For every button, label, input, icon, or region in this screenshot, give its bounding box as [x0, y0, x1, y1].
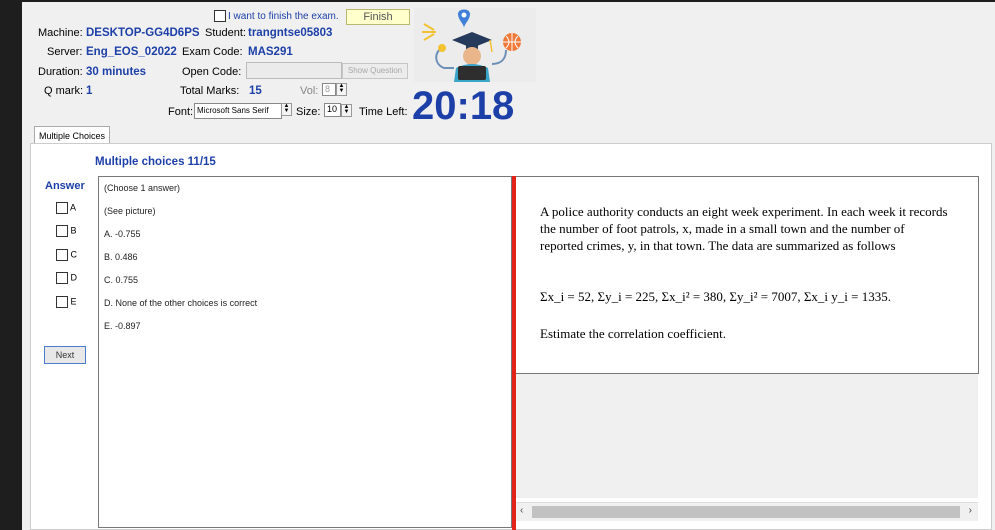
- question-formula: Σx_i = 52, Σy_i = 225, Σx_i² = 380, Σy_i…: [540, 289, 891, 305]
- student-label: Student:: [205, 27, 246, 39]
- font-select[interactable]: Microsoft Sans Serif: [194, 103, 282, 119]
- question-counter: Multiple choices 11/15: [95, 156, 216, 168]
- answer-option-a: A. -0.755: [104, 229, 141, 239]
- duration-value: 30 minutes: [86, 66, 147, 78]
- machine-value: DESKTOP-GG4D6PS: [86, 27, 200, 39]
- question-text: A police authority conducts an eight wee…: [540, 204, 948, 253]
- scroll-left-icon[interactable]: ‹: [520, 505, 523, 516]
- font-label: Font:: [168, 106, 194, 118]
- graduate-illustration-icon: [414, 8, 536, 82]
- server-label: Server:: [47, 46, 83, 58]
- answer-checkbox-label: D: [70, 272, 78, 283]
- size-value: 10: [324, 103, 341, 117]
- exam-window: I want to finish the exam. Finish Machin…: [22, 2, 995, 530]
- answer-checkbox-label: E: [70, 296, 77, 307]
- finish-button[interactable]: Finish: [346, 9, 410, 25]
- answer-checkbox-label: A: [70, 202, 77, 213]
- answer-checkbox-label: B: [70, 225, 77, 236]
- answer-checkbox-a[interactable]: A: [56, 202, 76, 214]
- answer-line: (See picture): [104, 206, 156, 216]
- vol-label: Vol:: [300, 85, 319, 97]
- scrollbar-thumb[interactable]: [532, 506, 960, 518]
- exam-code-value: MAS291: [248, 46, 293, 58]
- total-marks-label: Total Marks:: [180, 85, 240, 97]
- answer-label: Answer: [45, 180, 85, 192]
- qmark-value: 1: [86, 85, 93, 97]
- answer-checkbox-d[interactable]: D: [56, 272, 77, 284]
- countdown-timer: 20:18: [412, 84, 515, 128]
- total-marks-value: 15: [249, 85, 262, 97]
- time-left-label: Time Left:: [359, 106, 408, 118]
- question-formula-text: Σx_i = 52, Σy_i = 225, Σx_i² = 380, Σy_i…: [540, 289, 891, 304]
- question-empty-area: [516, 374, 978, 498]
- size-label: Size:: [296, 106, 321, 118]
- finish-checkbox-label: I want to finish the exam.: [228, 11, 339, 22]
- question-content: A police authority conducts an eight wee…: [516, 176, 979, 374]
- open-code-label: Open Code:: [182, 66, 242, 78]
- answer-option-e: E. -0.897: [104, 321, 141, 331]
- answer-checkbox-c[interactable]: C: [56, 249, 77, 261]
- vol-value: 8: [322, 83, 336, 96]
- horizontal-scrollbar[interactable]: ‹ ›: [516, 502, 978, 521]
- answer-instruction: (Choose 1 answer): [104, 183, 181, 193]
- duration-label: Duration:: [38, 66, 83, 78]
- answer-checkbox-label: C: [70, 249, 78, 260]
- machine-label: Machine:: [38, 27, 83, 39]
- qmark-label: Q mark:: [44, 85, 84, 97]
- finish-checkbox[interactable]: [214, 10, 226, 23]
- answer-option-c: C. 0.755: [104, 275, 139, 285]
- answer-option-b: B. 0.486: [104, 252, 138, 262]
- scroll-right-icon[interactable]: ›: [969, 505, 972, 516]
- question-instruction: Estimate the correlation coefficient.: [540, 326, 727, 341]
- open-code-input[interactable]: [246, 62, 342, 79]
- answer-checkbox-e[interactable]: E: [56, 296, 77, 308]
- vol-spinner[interactable]: 8 ▲ ▼: [322, 83, 347, 96]
- answer-options-box: (Choose 1 answer) (See picture) A. -0.75…: [98, 176, 512, 528]
- answer-option-d: D. None of the other choices is correct: [104, 298, 258, 308]
- size-spinner[interactable]: 10 ▲ ▼: [324, 103, 352, 117]
- font-spin-buttons[interactable]: ▲ ▼: [281, 103, 292, 116]
- exam-code-label: Exam Code:: [182, 46, 243, 58]
- student-value: trangntse05803: [248, 27, 333, 39]
- answer-checkbox-b[interactable]: B: [56, 225, 77, 237]
- server-value: Eng_EOS_02022: [86, 46, 177, 58]
- next-button[interactable]: Next: [44, 346, 86, 364]
- vol-spin-buttons[interactable]: ▲ ▼: [336, 83, 347, 96]
- size-spin-buttons[interactable]: ▲ ▼: [341, 103, 352, 117]
- show-question-button[interactable]: Show Question: [342, 63, 408, 79]
